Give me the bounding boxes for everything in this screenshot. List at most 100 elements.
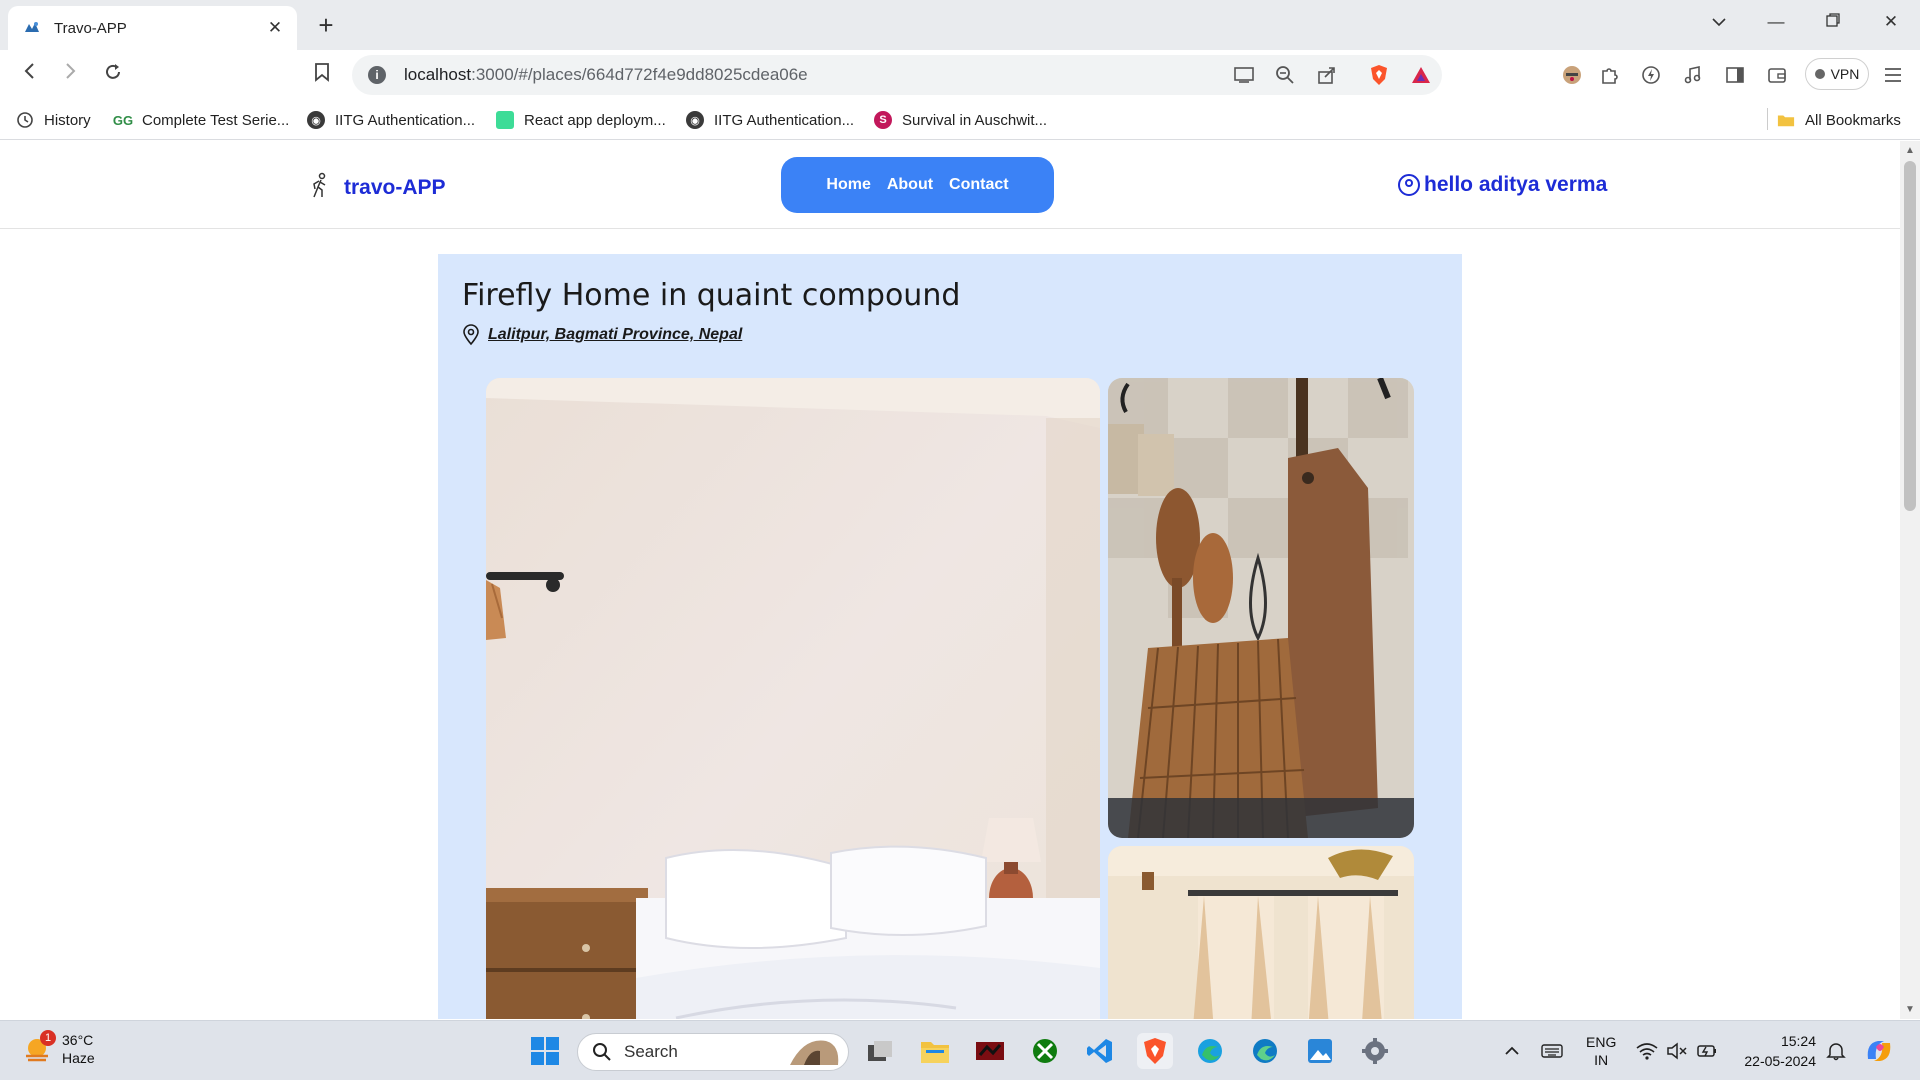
page-icon <box>496 111 514 129</box>
scroll-down-arrow-icon[interactable]: ▼ <box>1905 1004 1915 1015</box>
volume-muted-icon[interactable] <box>1666 1021 1688 1080</box>
forward-button[interactable] <box>56 62 86 88</box>
globe-icon: ◉ <box>307 111 325 129</box>
photo-living-room[interactable] <box>1108 846 1414 1019</box>
weather-widget[interactable]: 1 36°C Haze <box>22 1030 95 1067</box>
back-button[interactable] <box>14 62 44 88</box>
tray-overflow-chevron-icon[interactable] <box>1504 1021 1520 1080</box>
system-clock[interactable]: 15:24 22-05-2024 <box>1738 1031 1816 1071</box>
user-greeting: hello aditya verma <box>1424 173 1608 196</box>
vscode-icon[interactable] <box>1082 1033 1118 1069</box>
clock-date: 22-05-2024 <box>1744 1053 1816 1069</box>
brave-shields-icon[interactable] <box>1367 64 1391 86</box>
taskbar-search[interactable]: Search <box>577 1033 849 1071</box>
all-bookmarks[interactable]: All Bookmarks <box>1777 109 1901 131</box>
extension-face-icon[interactable] <box>1559 63 1585 87</box>
history-icon <box>16 111 34 129</box>
nav-home[interactable]: Home <box>826 176 870 194</box>
weather-haze-icon: 1 <box>22 1030 56 1064</box>
nav-contact[interactable]: Contact <box>949 176 1009 194</box>
site-info-icon[interactable]: i <box>368 66 386 84</box>
zoom-icon[interactable] <box>1273 64 1297 86</box>
photos-app-icon[interactable] <box>1302 1033 1338 1069</box>
brave-browser-taskbar-icon[interactable] <box>1137 1033 1173 1069</box>
bookmark-iitg-1[interactable]: ◉ IITG Authentication... <box>307 109 475 131</box>
vpn-status-icon <box>1814 69 1825 79</box>
task-view-icon[interactable] <box>862 1033 898 1069</box>
scrollbar-thumb[interactable] <box>1904 161 1916 511</box>
weather-temperature: 36°C <box>62 1032 94 1048</box>
user-account-link[interactable]: hello aditya verma <box>1398 173 1607 197</box>
file-explorer-icon[interactable] <box>917 1033 953 1069</box>
photo-kitchen-utensils[interactable] <box>1108 378 1414 838</box>
cast-icon[interactable] <box>1232 64 1256 86</box>
weather-condition: Haze <box>62 1050 95 1066</box>
windows-start-icon[interactable] <box>527 1033 563 1069</box>
share-icon[interactable] <box>1315 64 1339 86</box>
photo-bedroom[interactable] <box>486 378 1100 1019</box>
edge-dev-icon[interactable] <box>1247 1033 1283 1069</box>
game-app-icon[interactable] <box>972 1033 1008 1069</box>
folder-icon <box>1777 111 1795 129</box>
bookmark-page-icon[interactable] <box>307 62 337 88</box>
xbox-icon[interactable] <box>1027 1033 1063 1069</box>
bookmark-iitg-2[interactable]: ◉ IITG Authentication... <box>686 109 854 131</box>
input-language[interactable]: ENG IN <box>1586 1021 1616 1080</box>
lang-region: IN <box>1594 1052 1609 1068</box>
new-tab-button[interactable]: + <box>312 12 340 40</box>
search-highlight-image <box>790 1040 839 1065</box>
tab-strip: Travo-APP ✕ + — ✕ <box>0 0 1920 50</box>
wifi-icon[interactable] <box>1636 1021 1658 1080</box>
browser-menu-icon[interactable] <box>1880 63 1906 87</box>
hiker-icon <box>308 172 332 204</box>
brave-rewards-icon[interactable] <box>1409 64 1433 86</box>
search-label: Search <box>624 1042 678 1061</box>
brand-link[interactable]: travo-APP <box>308 172 446 204</box>
edge-icon[interactable] <box>1192 1033 1228 1069</box>
vpn-button[interactable]: VPN <box>1805 58 1869 90</box>
bookmark-survival[interactable]: S Survival in Auschwit... <box>874 109 1047 131</box>
place-title: Firefly Home in quaint compound <box>462 278 961 313</box>
weather-badge: 1 <box>40 1030 56 1046</box>
browser-tab[interactable]: Travo-APP ✕ <box>8 6 297 50</box>
nav-about[interactable]: About <box>887 176 933 194</box>
windows-taskbar: 1 36°C Haze Search ENG IN 15:24 22-05-20… <box>0 1020 1920 1080</box>
close-tab-icon[interactable]: ✕ <box>265 18 285 38</box>
media-music-icon[interactable] <box>1680 63 1706 87</box>
map-pin-icon <box>462 324 480 346</box>
vpn-label: VPN <box>1830 66 1860 82</box>
place-location: Lalitpur, Bagmati Province, Nepal <box>462 324 742 346</box>
speed-reader-icon[interactable] <box>1638 63 1664 87</box>
main-nav: Home About Contact <box>781 157 1054 213</box>
copilot-icon[interactable] <box>1864 1021 1894 1080</box>
location-link[interactable]: Lalitpur, Bagmati Province, Nepal <box>488 326 742 344</box>
sidebar-toggle-icon[interactable] <box>1722 63 1748 87</box>
restore-button[interactable] <box>1818 12 1848 32</box>
touch-keyboard-icon[interactable] <box>1541 1021 1563 1080</box>
site-header: travo-APP Home About Contact hello adity… <box>0 141 1900 229</box>
minimize-button[interactable]: — <box>1761 12 1791 32</box>
gfg-icon: GG <box>112 112 134 128</box>
close-window-button[interactable]: ✕ <box>1876 12 1906 32</box>
bookmark-history[interactable]: History <box>16 109 91 131</box>
tab-search-chevron-icon[interactable] <box>1704 12 1734 32</box>
bookmark-gfg[interactable]: GG Complete Test Serie... <box>112 109 289 131</box>
battery-icon[interactable] <box>1696 1021 1718 1080</box>
clock-time: 15:24 <box>1780 1033 1816 1049</box>
settings-gear-icon[interactable] <box>1357 1033 1393 1069</box>
extensions-puzzle-icon[interactable] <box>1597 63 1623 87</box>
wallet-icon[interactable] <box>1764 63 1790 87</box>
globe-icon: ◉ <box>686 111 704 129</box>
tab-title: Travo-APP <box>54 19 127 37</box>
search-icon <box>593 1043 611 1061</box>
reload-button[interactable] <box>98 62 128 88</box>
scroll-up-arrow-icon[interactable]: ▲ <box>1905 145 1915 156</box>
bookmarks-bar: History GG Complete Test Serie... ◉ IITG… <box>0 100 1920 140</box>
page-viewport: travo-APP Home About Contact hello adity… <box>0 141 1900 1019</box>
bookmark-react-deploy[interactable]: React app deploym... <box>496 109 666 131</box>
notifications-bell-icon[interactable] <box>1826 1021 1846 1080</box>
brand-name: travo-APP <box>344 176 446 199</box>
user-circle-icon <box>1398 174 1420 196</box>
page-scrollbar[interactable]: ▲ ▼ <box>1900 141 1920 1019</box>
bookmarks-divider <box>1767 108 1768 130</box>
